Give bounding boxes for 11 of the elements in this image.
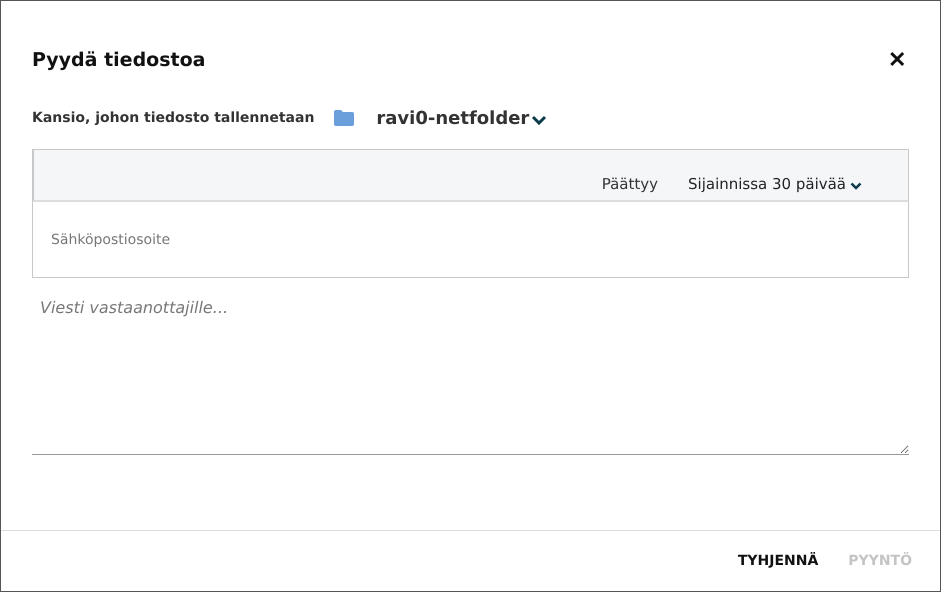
dialog-title: Pyydä tiedostoa <box>32 49 206 71</box>
folder-dropdown[interactable]: ravi0-netfolder <box>376 108 548 128</box>
expiry-dropdown[interactable]: Sijainnissa 30 päivää <box>688 175 862 196</box>
close-button[interactable]: ✕ <box>884 47 910 73</box>
expiry-label: Päättyy <box>602 175 658 195</box>
folder-icon <box>334 110 354 126</box>
folder-label: Kansio, johon tiedosto tallennetaan <box>32 110 314 126</box>
email-field[interactable]: Sähköpostiosoite <box>32 202 909 278</box>
clear-button[interactable]: TYHJENNÄ <box>736 549 820 573</box>
chevron-down-icon <box>531 115 548 125</box>
chevron-down-icon <box>850 182 862 190</box>
